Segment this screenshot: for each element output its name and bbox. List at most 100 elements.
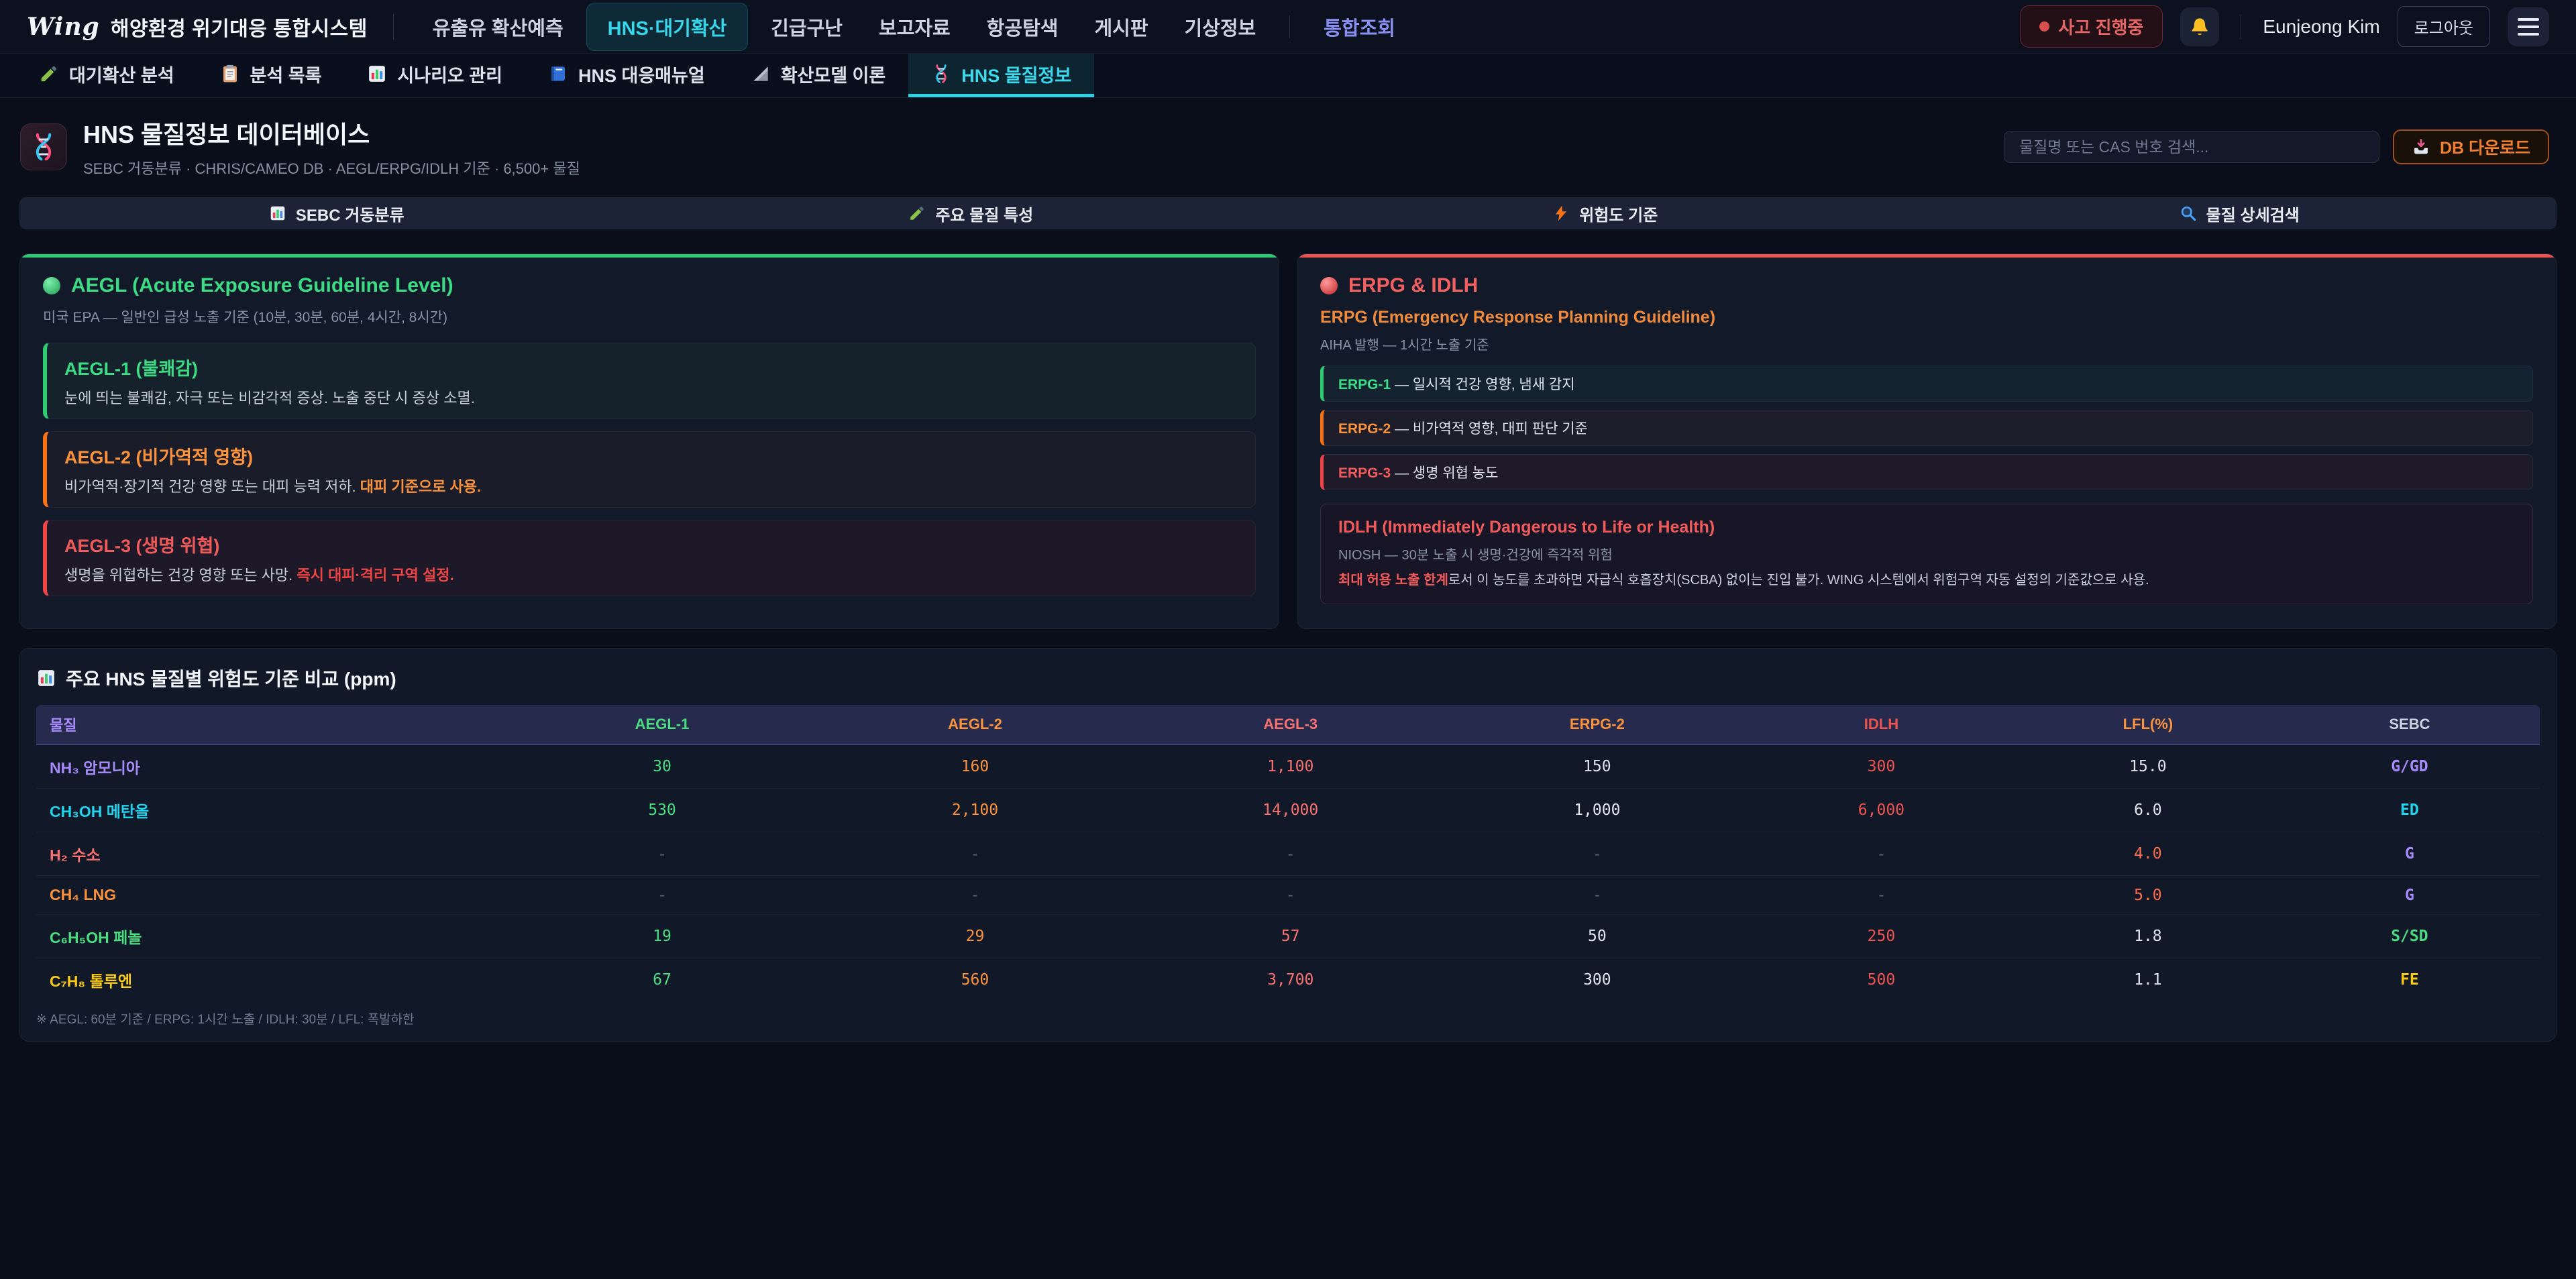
red-circle-icon: [1320, 277, 1338, 294]
section-tab-substance-detail-search[interactable]: 물질 상세검색: [1923, 197, 2557, 229]
cell-idlh: -: [1746, 876, 2017, 915]
cell-erpg2: -: [1448, 832, 1746, 876]
subtab-air-diffusion-analysis[interactable]: 대기확산 분석: [16, 54, 197, 97]
chart-icon: [367, 64, 387, 84]
cell-aegl1: 30: [507, 744, 818, 789]
erpg-panel-title: ERPG & IDLH: [1320, 274, 2533, 297]
cell-lfl: 1.8: [2017, 915, 2279, 958]
pencil-icon: [908, 205, 926, 222]
substance-search-input[interactable]: [2004, 131, 2379, 163]
cell-aegl3: 1,100: [1133, 744, 1448, 789]
erpg-level-1-row: ERPG-1 — 일시적 건강 영향, 냄새 감지: [1320, 366, 2533, 402]
cell-aegl1: 67: [507, 958, 818, 1002]
topbar-right-cluster: 사고 진행중 Eunjeong Kim 로그아웃: [2020, 5, 2550, 48]
pencil-icon: [39, 64, 59, 84]
cell-aegl2: -: [817, 876, 1132, 915]
incident-status-badge: 사고 진행중: [2020, 5, 2163, 48]
cell-idlh: 6,000: [1746, 789, 2017, 832]
subtab-scenario-management[interactable]: 시나리오 관리: [344, 54, 525, 97]
menu-button[interactable]: [2508, 7, 2549, 46]
cell-erpg2: -: [1448, 876, 1746, 915]
cell-substance: CH₃OH 메탄올: [36, 789, 507, 832]
nav-item-hns-air-diffusion[interactable]: HNS·대기확산: [586, 3, 749, 51]
user-name: Eunjeong Kim: [2263, 16, 2379, 38]
cell-aegl3: -: [1133, 832, 1448, 876]
table-row: NH₃ 암모니아301601,10015030015.0G/GD: [36, 744, 2540, 789]
column-header-aegl-1: AEGL-1: [507, 705, 818, 744]
bell-icon: [2189, 16, 2210, 38]
cell-sebc: ED: [2279, 789, 2540, 832]
subtab-hns-response-manual[interactable]: HNS 대응매뉴얼: [525, 54, 728, 97]
nav-item-emergency-rescue[interactable]: 긴급구난: [757, 3, 856, 51]
app-logo[interactable]: Wing 해양환경 위기대응 통합시스템: [27, 12, 368, 42]
nav-item-integrated-search[interactable]: 통합조회: [1310, 3, 1409, 51]
table-title: 주요 HNS 물질별 위험도 기준 비교 (ppm): [36, 665, 2540, 691]
nav-item-oil-spill-forecast[interactable]: 유출유 확산예측: [419, 3, 577, 51]
incident-badge-label: 사고 진행중: [2059, 14, 2144, 39]
cell-lfl: 6.0: [2017, 789, 2279, 832]
cell-idlh: 300: [1746, 744, 2017, 789]
column-header-sebc: SEBC: [2279, 705, 2540, 744]
table-row: C₆H₅OH 페놀192957502501.8S/SD: [36, 915, 2540, 958]
subtab-diffusion-model-theory[interactable]: 확산모델 이론: [728, 54, 909, 97]
table-footnote: ※ AEGL: 60분 기준 / ERPG: 1시간 노출 / IDLH: 30…: [36, 1009, 2540, 1027]
notifications-button[interactable]: [2180, 7, 2219, 46]
nav-item-board[interactable]: 게시판: [1081, 3, 1161, 51]
logout-button[interactable]: 로그아웃: [2398, 6, 2490, 47]
column-header-물질: 물질: [36, 705, 507, 744]
table-row: H₂ 수소-----4.0G: [36, 832, 2540, 876]
bar-chart-icon: [36, 668, 56, 688]
cell-aegl2: -: [817, 832, 1132, 876]
ruler-icon: [751, 64, 771, 84]
aegl-panel: AEGL (Acute Exposure Guideline Level) 미국…: [19, 254, 1279, 629]
subtab-hns-substance-info[interactable]: HNS 물질정보: [908, 54, 1094, 97]
clipboard-icon: [220, 64, 240, 84]
cell-lfl: 1.1: [2017, 958, 2279, 1002]
erpg-level-2-row: ERPG-2 — 비가역적 영향, 대피 판단 기준: [1320, 410, 2533, 446]
section-tab-substance-properties[interactable]: 주요 물질 특성: [654, 197, 1289, 229]
nav-item-weather-info[interactable]: 기상정보: [1171, 3, 1270, 51]
section-tab-sebc-classification[interactable]: SEBC 거동분류: [19, 197, 654, 229]
nav-item-aerial-search[interactable]: 항공탐색: [973, 3, 1072, 51]
sub-tab-bar: 대기확산 분석분석 목록시나리오 관리HNS 대응매뉴얼확산모델 이론HNS 물…: [0, 54, 2576, 98]
green-circle-icon: [43, 277, 60, 294]
table-row: CH₃OH 메탄올5302,10014,0001,0006,0006.0ED: [36, 789, 2540, 832]
cell-aegl1: -: [507, 876, 818, 915]
column-header-lfl-: LFL(%): [2017, 705, 2279, 744]
hazard-comparison-table: 물질AEGL-1AEGL-2AEGL-3ERPG-2IDLHLFL(%)SEBC…: [36, 705, 2540, 1001]
search-icon: [2180, 205, 2197, 222]
subtab-analysis-list[interactable]: 분석 목록: [197, 54, 345, 97]
cell-substance: CH₄ LNG: [36, 876, 507, 915]
page-subtitle: SEBC 거동분류 · CHRIS/CAMEO DB · AEGL/ERPG/I…: [83, 157, 580, 178]
download-icon: [2412, 137, 2430, 156]
cell-aegl3: -: [1133, 876, 1448, 915]
cell-aegl3: 57: [1133, 915, 1448, 958]
cell-aegl1: 19: [507, 915, 818, 958]
cell-aegl2: 160: [817, 744, 1132, 789]
cell-lfl: 15.0: [2017, 744, 2279, 789]
aegl-level-desc: 생명을 위협하는 건강 영향 또는 사망. 즉시 대피·격리 구역 설정.: [64, 563, 1238, 585]
db-download-button[interactable]: DB 다운로드: [2393, 129, 2549, 164]
section-tab-bar: SEBC 거동분류주요 물질 특성위험도 기준물질 상세검색: [19, 197, 2557, 229]
cell-lfl: 5.0: [2017, 876, 2279, 915]
nav-item-reports[interactable]: 보고자료: [865, 3, 964, 51]
column-header-idlh: IDLH: [1746, 705, 2017, 744]
hazard-comparison-panel: 주요 HNS 물질별 위험도 기준 비교 (ppm) 물질AEGL-1AEGL-…: [19, 648, 2557, 1042]
aegl-panel-title: AEGL (Acute Exposure Guideline Level): [43, 274, 1256, 297]
cell-aegl2: 29: [817, 915, 1132, 958]
aegl-level-name: AEGL-3 (생명 위협): [64, 531, 1238, 557]
cell-erpg2: 150: [1448, 744, 1746, 789]
cell-aegl2: 560: [817, 958, 1132, 1002]
page-header: HNS 물질정보 데이터베이스 SEBC 거동분류 · CHRIS/CAMEO …: [0, 98, 2576, 193]
table-row: CH₄ LNG-----5.0G: [36, 876, 2540, 915]
cell-aegl1: -: [507, 832, 818, 876]
dna-icon: [931, 64, 951, 84]
cell-sebc: S/SD: [2279, 915, 2540, 958]
logo-wordmark: Wing: [27, 13, 100, 41]
column-header-erpg-2: ERPG-2: [1448, 705, 1746, 744]
cell-aegl2: 2,100: [817, 789, 1132, 832]
section-tab-hazard-criteria[interactable]: 위험도 기준: [1288, 197, 1923, 229]
idlh-subtitle: NIOSH — 30분 노출 시 생명·건강에 즉각적 위험: [1338, 544, 2515, 563]
aegl-level-desc: 눈에 띄는 불쾌감, 자극 또는 비감각적 증상. 노출 중단 시 증상 소멸.: [64, 386, 1238, 408]
dna-icon: [20, 123, 67, 170]
